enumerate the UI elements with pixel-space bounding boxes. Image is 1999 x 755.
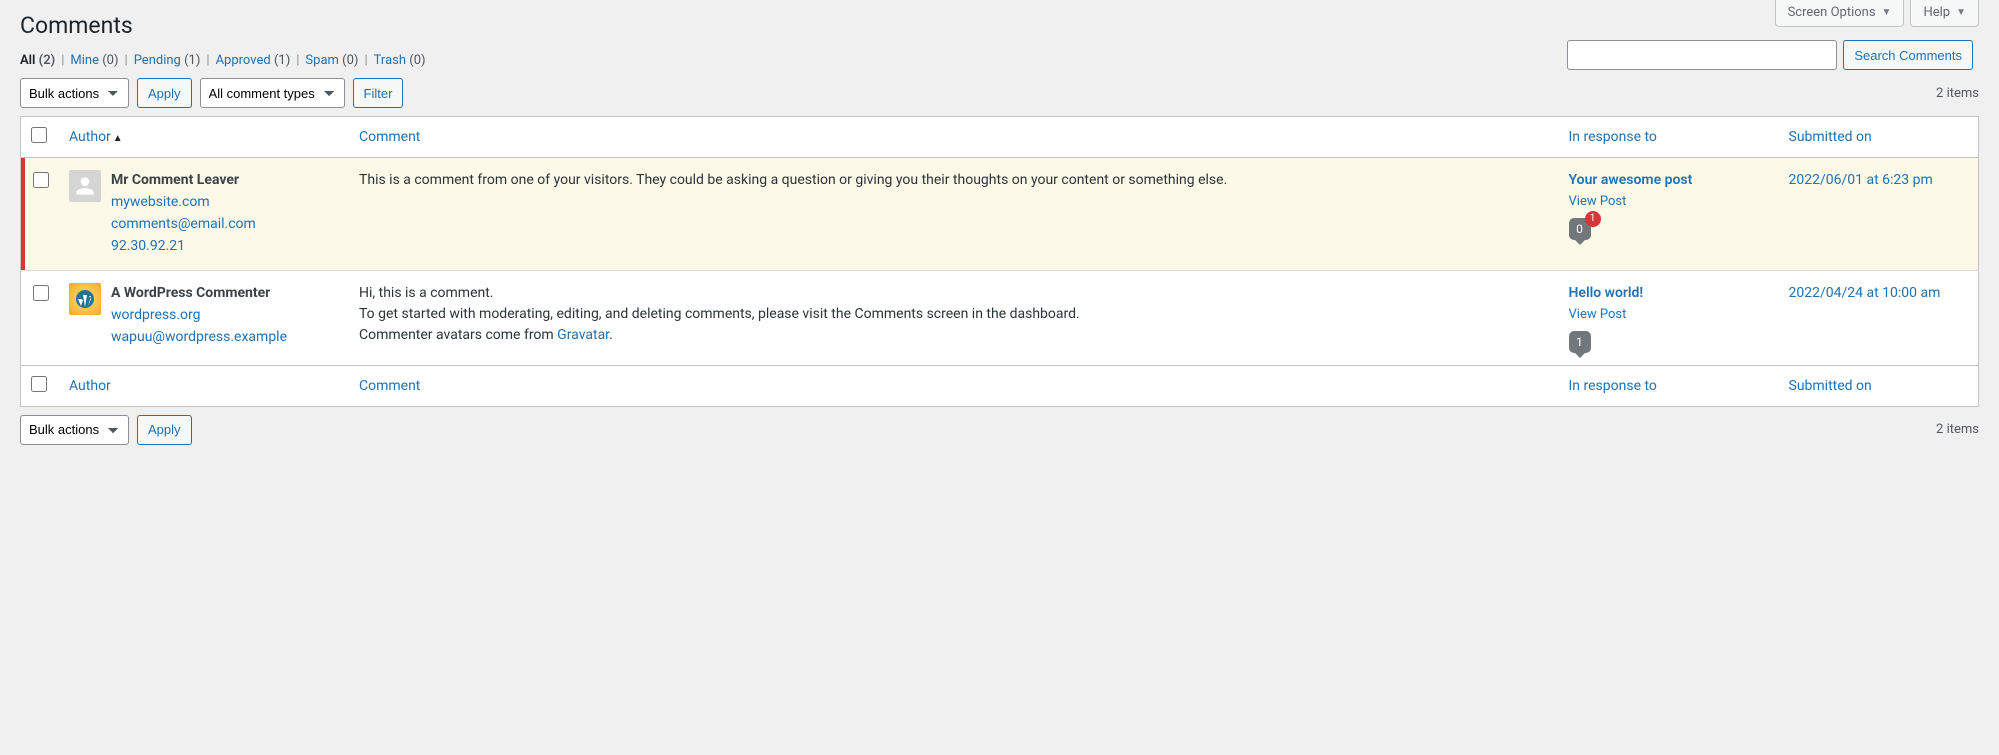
submitted-date[interactable]: 2022/04/24 at 10:00 am [1789,285,1941,301]
items-count: 2 items [1936,86,1979,101]
screen-options-tab[interactable]: Screen Options ▼ [1775,0,1905,27]
row-checkbox[interactable] [33,285,49,301]
comment-types-select[interactable]: All comment types [200,78,345,108]
table-row: A WordPress Commenter wordpress.org wapuu@… [21,271,1979,366]
bulk-actions-select-bottom[interactable]: Bulk actions [20,415,129,445]
help-label: Help [1923,5,1950,20]
author-ip[interactable]: 92.30.92.21 [111,238,185,254]
help-tab[interactable]: Help ▼ [1910,0,1979,27]
view-post-link[interactable]: View Post [1569,192,1769,212]
column-response-bottom[interactable]: In response to [1559,365,1779,406]
author-url[interactable]: wordpress.org [111,307,201,323]
search-comments-button[interactable]: Search Comments [1843,40,1973,70]
comment-count-bubble[interactable]: 01 [1569,218,1591,240]
column-author-bottom[interactable]: Author [59,365,349,406]
screen-options-label: Screen Options [1788,5,1876,20]
chevron-down-icon: ▼ [1882,7,1892,18]
author-email[interactable]: wapuu@wordpress.example [111,329,287,345]
chevron-down-icon: ▼ [1956,7,1966,18]
row-checkbox[interactable] [33,172,49,188]
page-title: Comments [20,12,1979,39]
comment-text: Hi, this is a comment.To get started wit… [349,271,1559,366]
filter-button[interactable]: Filter [353,78,404,108]
filter-spam[interactable]: Spam (0) [305,53,358,68]
search-input[interactable] [1567,40,1837,70]
bulk-actions-select[interactable]: Bulk actions [20,78,129,108]
author-email[interactable]: comments@email.com [111,216,256,232]
select-all-checkbox[interactable] [31,127,47,143]
author-url[interactable]: mywebsite.com [111,194,210,210]
filter-mine[interactable]: Mine (0) [70,53,118,68]
filter-approved[interactable]: Approved (1) [216,53,291,68]
view-post-link[interactable]: View Post [1569,305,1769,325]
author-name: A WordPress Commenter [111,285,270,301]
response-post-link[interactable]: Hello world! [1569,285,1644,301]
pending-count-badge: 1 [1585,211,1601,227]
comment-count-bubble[interactable]: 1 [1569,331,1591,353]
column-author[interactable]: Author▲ [59,117,349,158]
column-date-bottom[interactable]: Submitted on [1779,365,1979,406]
apply-bulk-button[interactable]: Apply [137,78,192,108]
column-date[interactable]: Submitted on [1779,117,1979,158]
column-comment: Comment [349,117,1559,158]
author-info: A WordPress Commenter wordpress.org wapuu@… [111,283,287,349]
avatar [69,283,101,315]
items-count-bottom: 2 items [1936,422,1979,437]
response-post-link[interactable]: Your awesome post [1569,172,1693,188]
table-row: Mr Comment Leaver mywebsite.com comments@e… [21,158,1979,271]
column-response[interactable]: In response to [1559,117,1779,158]
sort-asc-icon: ▲ [113,133,123,144]
submitted-date[interactable]: 2022/06/01 at 6:23 pm [1789,172,1933,188]
author-name: Mr Comment Leaver [111,172,239,188]
filter-pending[interactable]: Pending (1) [134,53,201,68]
filter-trash[interactable]: Trash (0) [374,53,426,68]
filter-all[interactable]: All (2) [20,53,55,68]
avatar [69,170,101,202]
author-info: Mr Comment Leaver mywebsite.com comments@e… [111,170,256,258]
comments-table: Author▲ Comment In response to Submitted… [20,116,1979,407]
column-comment-bottom: Comment [349,365,1559,406]
apply-bulk-button-bottom[interactable]: Apply [137,415,192,445]
select-all-checkbox-bottom[interactable] [31,376,47,392]
comment-text: This is a comment from one of your visit… [349,158,1559,271]
